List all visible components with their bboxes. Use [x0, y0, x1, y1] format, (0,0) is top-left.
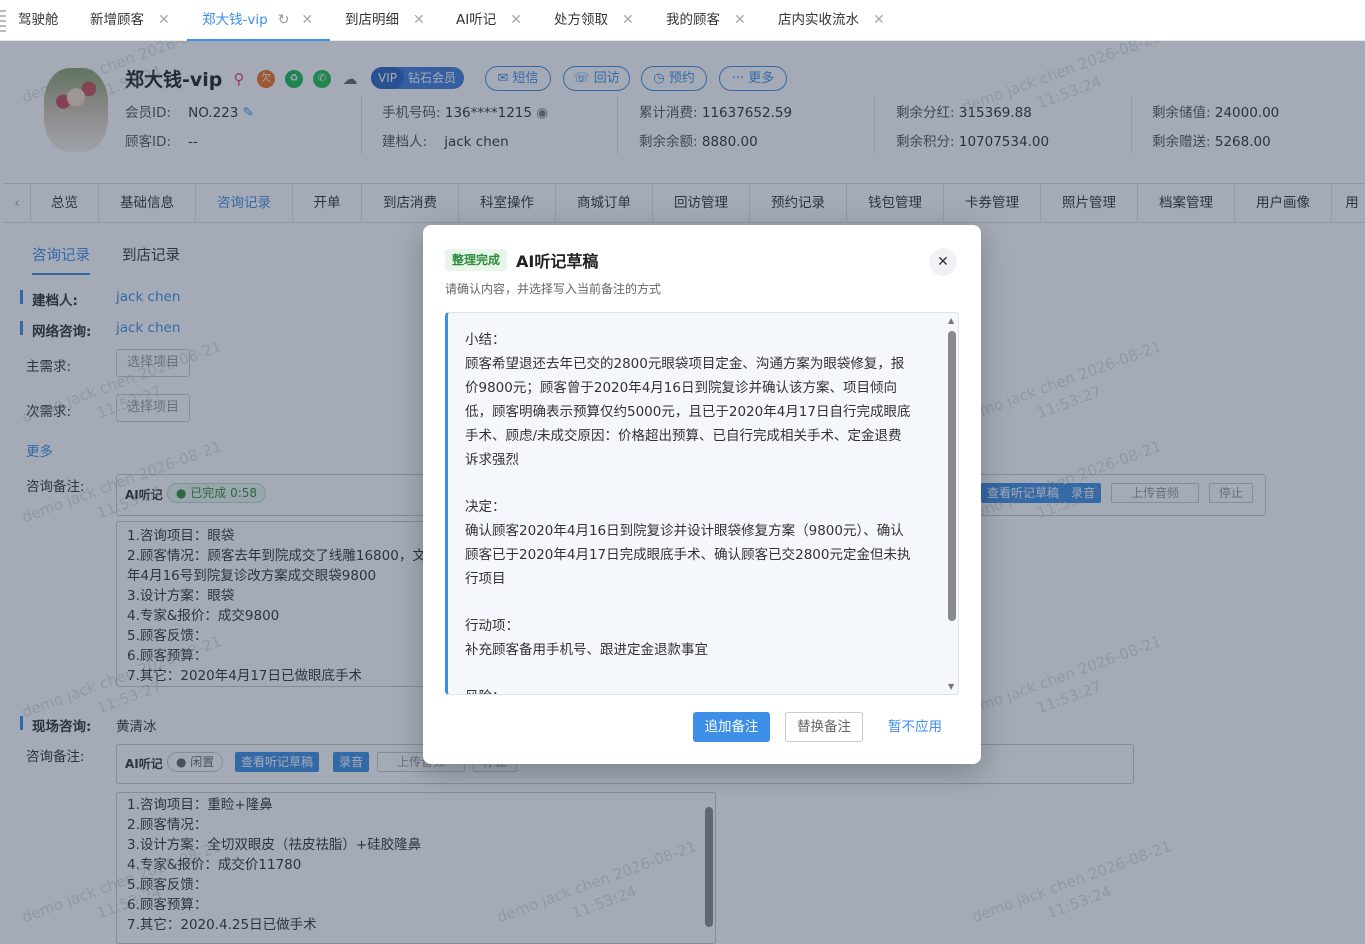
draft-content[interactable]: 小结： 顾客希望退还去年已交的2800元眼袋项目定金、沟通方案为眼袋修复，报 价… [445, 312, 959, 695]
refresh-icon[interactable]: ↻ [278, 12, 290, 28]
close-icon[interactable]: ✕ [622, 12, 634, 28]
tab-cockpit[interactable]: 驾驶舱 [18, 0, 59, 41]
draft-line: 风险： [465, 685, 506, 694]
close-icon[interactable]: ✕ [873, 12, 885, 28]
tab-store-visits[interactable]: 到店明细 ✕ [345, 0, 425, 41]
draft-line: 确认顾客2020年4月16日到院复诊并设计眼袋修复方案（9800元）、确认 [465, 523, 904, 539]
dialog-subtitle: 请确认内容，并选择写入当前备注的方式 [445, 282, 662, 296]
tab-label: 我的顾客 [666, 12, 720, 28]
close-icon[interactable]: ✕ [929, 248, 957, 276]
draft-line: 行动项： [465, 618, 519, 634]
draft-line: 低，顾客明确表示预算仅约5000元，且已于2020年4月17日自行完成眼底 [465, 404, 911, 420]
drag-handle-icon[interactable] [0, 10, 6, 34]
tab-my-customers[interactable]: 我的顾客 ✕ [666, 0, 746, 41]
draft-line: 决定： [465, 499, 506, 515]
draft-line: 顾客已于2020年4月17日完成眼底手术、确认顾客已交2800元定金但未执 [465, 547, 911, 563]
draft-line: 价9800元；顾客曾于2020年4月16日到院复诊并确认该方案、项目倾向 [465, 380, 897, 396]
draft-line: 手术、顾虑/未成交原因：价格超出预算、已自行完成相关手术、定金退费 [465, 428, 902, 444]
app-root: 驾驶舱 新增顾客 ✕ 郑大钱-vip ↻ ✕ 到店明细 ✕ AI听记 ✕ 处方领取 ✕ 我的… [0, 0, 1365, 944]
scroll-down-icon[interactable]: ▼ [948, 683, 954, 691]
close-icon[interactable]: ✕ [301, 12, 313, 28]
scroll-thumb[interactable] [948, 331, 956, 621]
tab-label: AI听记 [456, 12, 497, 28]
status-badge: 整理完成 [445, 249, 508, 271]
tab-label: 新增顾客 [90, 12, 144, 28]
tab-label: 店内实收流水 [778, 12, 859, 28]
close-icon[interactable]: ✕ [413, 12, 425, 28]
tab-store-revenue[interactable]: 店内实收流水 ✕ [778, 0, 885, 41]
skip-button[interactable]: 暂不应用 [879, 712, 951, 742]
tab-new-customer[interactable]: 新增顾客 ✕ [90, 0, 170, 41]
draft-line: 补充顾客备用手机号、跟进定金退款事宜 [465, 642, 708, 658]
top-tab-bar: 驾驶舱 新增顾客 ✕ 郑大钱-vip ↻ ✕ 到店明细 ✕ AI听记 ✕ 处方领取 ✕ 我的… [0, 0, 1365, 41]
draft-line: 诉求强烈 [465, 452, 519, 468]
close-icon[interactable]: ✕ [510, 12, 522, 28]
draft-line: 小结： [465, 332, 506, 348]
draft-line: 顾客希望退还去年已交的2800元眼袋项目定金、沟通方案为眼袋修复，报 [465, 356, 905, 372]
tab-prescription[interactable]: 处方领取 ✕ [554, 0, 634, 41]
tab-label: 驾驶舱 [18, 12, 59, 28]
ai-draft-dialog: 整理完成 AI听记草稿 请确认内容，并选择写入当前备注的方式 ✕ 小结： 顾客希… [423, 225, 981, 764]
close-icon[interactable]: ✕ [158, 12, 170, 28]
replace-note-button[interactable]: 替换备注 [785, 712, 863, 742]
tab-ai-listen[interactable]: AI听记 ✕ [456, 0, 522, 41]
tab-label: 处方领取 [554, 12, 608, 28]
close-icon[interactable]: ✕ [734, 12, 746, 28]
tab-customer-detail[interactable]: 郑大钱-vip ↻ ✕ [187, 0, 330, 41]
scrollbar[interactable]: ▲ ▼ [948, 317, 956, 691]
append-note-button[interactable]: 追加备注 [693, 712, 770, 742]
scroll-up-icon[interactable]: ▲ [948, 317, 954, 325]
tab-label: 到店明细 [345, 12, 399, 28]
dialog-title: AI听记草稿 [516, 252, 599, 271]
draft-line: 行项目 [465, 571, 506, 587]
tab-label: 郑大钱-vip [202, 12, 268, 28]
